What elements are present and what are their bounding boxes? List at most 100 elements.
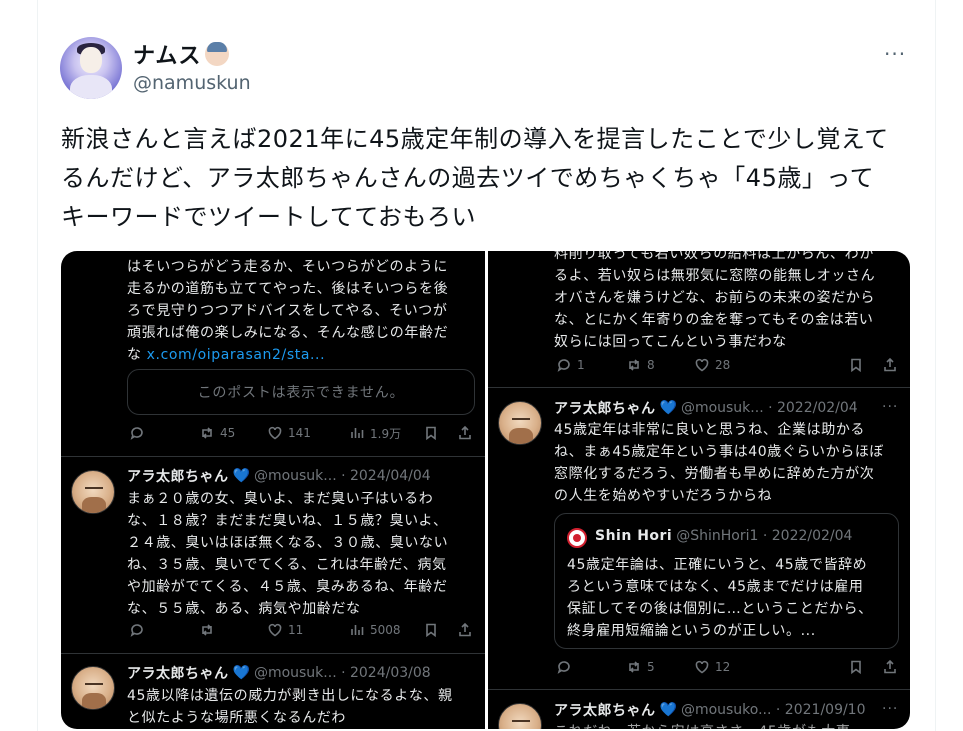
divider <box>488 689 910 690</box>
post-actions: 45 141 1.9万 <box>127 423 477 443</box>
like-icon <box>695 358 709 372</box>
reply-button[interactable] <box>129 620 145 640</box>
verified-heart-icon: 💙 <box>232 468 250 484</box>
user-display-name[interactable]: アラ太郎ちゃん <box>127 663 229 683</box>
like-icon <box>268 426 282 440</box>
post-link[interactable]: x.com/oiparasan2/sta... <box>147 347 326 363</box>
retweet-icon <box>202 624 212 636</box>
bookmark-button[interactable] <box>848 657 864 677</box>
bookmark-button[interactable] <box>423 620 439 640</box>
retweet-icon <box>629 359 639 371</box>
share-button[interactable] <box>882 657 898 677</box>
more-icon[interactable]: ··· <box>884 42 906 66</box>
views-button[interactable]: 1.9万 <box>349 423 401 443</box>
post-actions: 11 5008 <box>127 620 477 640</box>
author-handle[interactable]: @namuskun <box>133 72 251 94</box>
screenshot-image-left[interactable]: はそいつらがどう走るか、そいつらがどのように 走るかの道筋も立ててやった、後はそ… <box>61 251 485 729</box>
bookmark-icon <box>851 358 861 373</box>
like-button[interactable]: 12 <box>694 657 730 677</box>
author-display-name[interactable]: ナムス <box>133 38 230 70</box>
user-avatar[interactable] <box>71 666 115 710</box>
like-button[interactable]: 28 <box>694 355 730 375</box>
reply-button[interactable] <box>556 657 572 677</box>
like-icon <box>695 660 709 674</box>
post-header: アラ太郎ちゃん 💙 @mousuk... · 2022/02/04 <box>554 398 858 418</box>
reply-button[interactable] <box>129 423 145 443</box>
handle-date[interactable]: @mousuko... · 2021/09/10 <box>681 702 866 718</box>
user-avatar[interactable] <box>498 703 542 729</box>
post-text: これだね、若から安は高ささ、45歳がも大事 <box>554 721 850 729</box>
user-avatar[interactable] <box>71 470 115 514</box>
bookmark-icon <box>426 426 436 441</box>
retweet-button[interactable] <box>199 620 215 640</box>
quote-text: 45歳定年論は、正確にいうと、45歳で皆辞め ろという意味ではなく、45歳までだ… <box>567 557 873 639</box>
share-button[interactable] <box>882 355 898 375</box>
views-button[interactable]: 5008 <box>349 620 401 640</box>
share-icon <box>884 659 896 674</box>
author-avatar[interactable] <box>60 37 122 99</box>
post-header: アラ太郎ちゃん 💙 @mousuk... · 2024/04/04 <box>127 466 431 486</box>
post-actions: 1 8 28 <box>554 355 904 375</box>
tweet-line: キーワードでツイートしてておもろい <box>61 203 477 231</box>
views-icon <box>351 428 364 438</box>
media-attachment[interactable]: はそいつらがどう走るか、そいつらがどのように 走るかの道筋も立ててやった、後はそ… <box>61 251 910 729</box>
tweet-line: るんだけど、アラ太郎ちゃんさんの過去ツイでめちゃくちゃ「45歳」って <box>61 164 875 192</box>
retweet-icon <box>629 661 639 673</box>
share-icon <box>459 425 471 440</box>
screenshot-image-right[interactable]: 料削り取っても若い奴らの給料は上がらん、わか るよ、若い奴らは無邪気に窓際の能無… <box>488 251 910 729</box>
retweet-button[interactable]: 5 <box>626 657 655 677</box>
verified-heart-icon: 💙 <box>659 400 677 416</box>
reply-icon <box>557 359 570 372</box>
card-left-border <box>37 0 38 731</box>
post-text: 料削り取っても若い奴らの給料は上がらん、わか るよ、若い奴らは無邪気に窓際の能無… <box>554 251 876 350</box>
post-text: はそいつらがどう走るか、そいつらがどのように 走るかの道筋も立ててやった、後はそ… <box>127 259 449 363</box>
bookmark-icon <box>426 623 436 638</box>
handle-date[interactable]: @mousuk... · 2024/04/04 <box>254 468 431 484</box>
user-display-name[interactable]: アラ太郎ちゃん <box>554 398 656 418</box>
post-actions: 5 12 <box>554 657 904 677</box>
post-header: アラ太郎ちゃん 💙 @mousuko... · 2021/09/10 <box>554 700 866 720</box>
like-button[interactable]: 11 <box>267 620 303 640</box>
reply-button[interactable]: 1 <box>556 355 585 375</box>
tweet-text: 新浪さんと言えば2021年に45歳定年制の導入を提言したことで少し覚えて るんだ… <box>61 120 921 237</box>
handle-date[interactable]: @mousuk... · 2022/02/04 <box>681 400 858 416</box>
card-right-border <box>935 0 936 731</box>
quote-display-name: Shin Hori <box>595 528 673 544</box>
bookmark-button[interactable] <box>848 355 864 375</box>
astronaut-emoji-icon <box>205 42 230 66</box>
post-header: アラ太郎ちゃん 💙 @mousuk... · 2024/03/08 <box>127 663 431 683</box>
share-icon <box>884 357 896 372</box>
divider <box>61 653 485 654</box>
retweet-icon <box>202 427 212 439</box>
share-button[interactable] <box>457 423 473 443</box>
divider <box>61 456 485 457</box>
like-button[interactable]: 141 <box>267 423 311 443</box>
reply-icon <box>130 427 143 440</box>
quote-header: Shin Hori @ShinHori1 · 2022/02/04 <box>595 528 852 544</box>
user-avatar[interactable] <box>498 401 542 445</box>
user-display-name[interactable]: アラ太郎ちゃん <box>127 466 229 486</box>
quoted-post[interactable]: Shin Hori @ShinHori1 · 2022/02/04 45歳定年論… <box>554 513 899 649</box>
quote-avatar <box>567 528 587 548</box>
handle-date[interactable]: @mousuk... · 2024/03/08 <box>254 665 431 681</box>
share-icon <box>459 622 471 637</box>
post-text: 45歳以降は遺伝の威力が剥き出しになるよな、親 と似たような場所悪くなるんだわ <box>127 688 453 726</box>
verified-heart-icon: 💙 <box>659 702 677 718</box>
more-icon[interactable]: ··· <box>882 701 898 717</box>
post-text: 45歳定年は非常に良いと思うね、企業は助かる ね、まぁ45歳定年という事は40歳… <box>554 422 885 504</box>
bookmark-icon <box>851 660 861 675</box>
more-icon[interactable]: ··· <box>882 399 898 415</box>
post-text: まぁ２０歳の女、臭いよ、まだ臭い子はいるわ な、１８歳？まだまだ臭いね、１５歳？… <box>127 491 449 617</box>
tweet-line: 新浪さんと言えば2021年に45歳定年制の導入を提言したことで少し覚えて <box>61 125 889 153</box>
views-icon <box>351 625 364 635</box>
retweet-button[interactable]: 45 <box>199 423 235 443</box>
share-button[interactable] <box>457 620 473 640</box>
reply-icon <box>130 624 143 637</box>
retweet-button[interactable]: 8 <box>626 355 655 375</box>
divider <box>488 387 910 388</box>
user-display-name[interactable]: アラ太郎ちゃん <box>554 700 656 720</box>
quote-handle-date: @ShinHori1 · 2022/02/04 <box>676 528 853 544</box>
reply-icon <box>557 661 570 674</box>
like-icon <box>268 623 282 637</box>
bookmark-button[interactable] <box>423 423 439 443</box>
